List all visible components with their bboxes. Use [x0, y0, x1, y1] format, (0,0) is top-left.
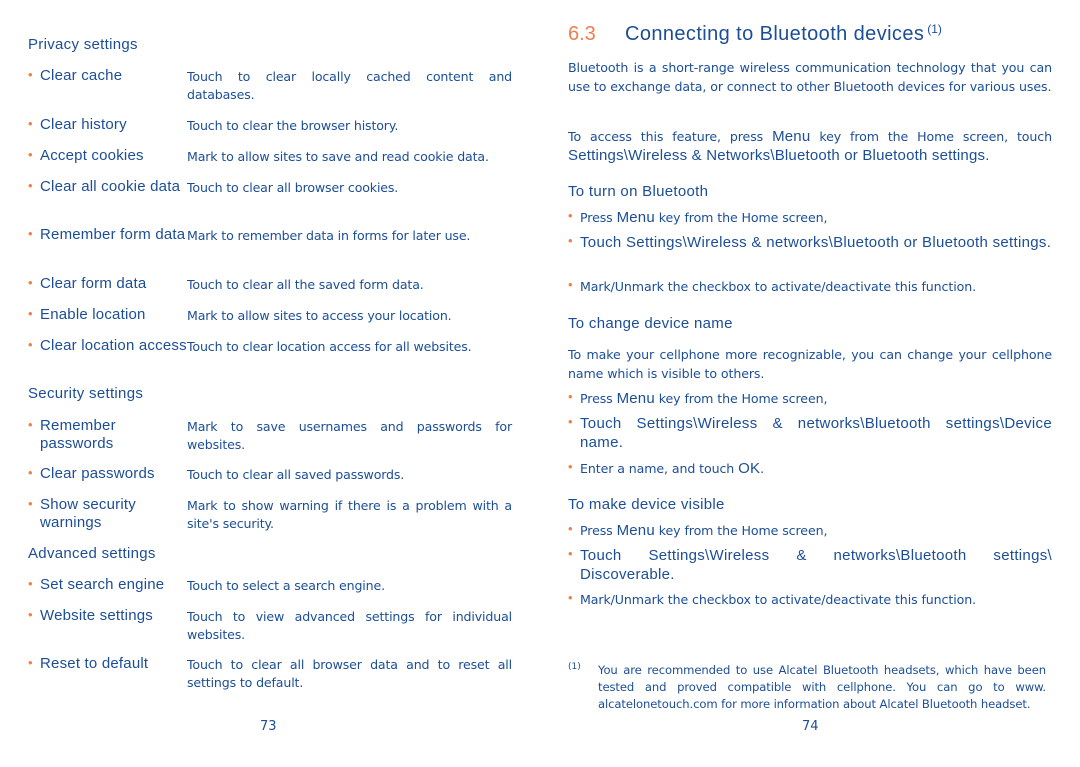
bullet-icon: • [28, 67, 33, 82]
setting-desc: Touch to clear all browser data and to r… [187, 657, 512, 690]
step-post: . [760, 461, 765, 476]
chapter-title: 6.3 Connecting to Bluetooth devices (1) [568, 22, 942, 46]
page-number: 73 [260, 719, 277, 734]
step-post: key from the Home screen, [654, 210, 828, 225]
subheading-change-name: To change device name [568, 315, 733, 332]
menu-key: Menu [616, 209, 655, 226]
setting-term: Website settings [40, 607, 153, 624]
chapter-number: 6.3 [568, 23, 596, 45]
footnote-ref[interactable]: (1) [927, 22, 942, 36]
setting-desc: Mark to show warning if there is a probl… [187, 498, 512, 531]
setting-desc: Touch to clear all the saved form data. [187, 277, 424, 292]
setting-desc: Mark to allow sites to access your locat… [187, 308, 452, 323]
chapter-title-text: Connecting to Bluetooth devices [625, 23, 925, 45]
step-text: Press Menu key from the Home screen, [580, 521, 1052, 540]
setting-term: Clear history [40, 116, 127, 133]
bullet-icon: • [28, 417, 33, 432]
menu-key: Menu [616, 522, 655, 539]
setting-desc: Touch to clear all browser cookies. [187, 180, 399, 195]
change-name-paragraph: To make your cellphone more recognizable… [568, 347, 1052, 381]
footnote-mark: (1) [568, 662, 581, 672]
step-text: Mark/Unmark the checkbox to activate/dea… [580, 592, 977, 607]
step-pre: Press [580, 523, 617, 538]
setting-term: Enable location [40, 306, 146, 323]
ok-key: OK [738, 460, 761, 477]
step-text: Press Menu key from the Home screen, [580, 389, 1052, 408]
setting-term: Reset to default [40, 655, 149, 672]
bullet-icon: • [28, 275, 33, 290]
bullet-icon: • [568, 459, 573, 474]
setting-term: Show security warnings [40, 496, 136, 531]
setting-term: Remember passwords [40, 417, 116, 452]
step-post: key from the Home screen, [654, 391, 828, 406]
setting-desc: Touch to clear the browser history. [187, 118, 399, 133]
page-number: 74 [802, 719, 819, 734]
setting-term: Remember form data [40, 226, 186, 243]
access-paragraph: To access this feature, press Menu key f… [568, 127, 1052, 165]
bullet-icon: • [28, 496, 33, 511]
bullet-icon: • [28, 576, 33, 591]
step-text: Press Menu key from the Home screen, [580, 208, 1052, 227]
step-text: Touch Settings\Wireless & networks\Bluet… [580, 415, 1052, 451]
bullet-icon: • [568, 277, 573, 292]
menu-key: Menu [616, 390, 655, 407]
subheading-visible: To make device visible [568, 496, 725, 513]
bullet-icon: • [568, 546, 573, 561]
bullet-icon: • [568, 414, 573, 429]
menu-key: Menu [772, 128, 811, 145]
setting-desc: Touch to select a search engine. [187, 578, 385, 593]
bullet-icon: • [28, 116, 33, 131]
intro-paragraph: Bluetooth is a short-range wireless comm… [568, 60, 1052, 94]
bullet-icon: • [28, 337, 33, 352]
bullet-icon: • [28, 607, 33, 622]
setting-desc: Mark to allow sites to save and read coo… [187, 149, 489, 164]
bullet-icon: • [568, 521, 573, 536]
section-heading-advanced: Advanced settings [28, 545, 156, 562]
bullet-icon: • [28, 465, 33, 480]
setting-desc: Mark to save usernames and passwords for… [187, 419, 512, 452]
step-text: Touch Settings\Wireless & networks\Bluet… [580, 234, 1052, 251]
bullet-icon: • [568, 590, 573, 605]
right-page: 6.3 Connecting to Bluetooth devices (1) Bl… [568, 0, 1052, 767]
step-text: Touch Settings\Wireless & networks\Bluet… [580, 547, 1052, 583]
step-post: key from the Home screen, [654, 523, 828, 538]
step-pre: Enter a name, and touch [580, 461, 739, 476]
setting-desc: Touch to clear location access for all w… [187, 339, 472, 354]
bullet-icon: • [568, 389, 573, 404]
setting-desc: Touch to view advanced settings for indi… [187, 609, 512, 642]
step-text: Mark/Unmark the checkbox to activate/dea… [580, 279, 977, 294]
bullet-icon: • [28, 178, 33, 193]
step-text: Enter a name, and touch OK. [580, 459, 1052, 478]
bullet-icon: • [568, 208, 573, 223]
setting-term: Clear location access [40, 337, 187, 354]
bullet-icon: • [28, 226, 33, 241]
bullet-icon: • [28, 147, 33, 162]
setting-term: Clear all cookie data [40, 178, 181, 195]
settings-path: Settings\Wireless & Networks\Bluetooth o… [568, 147, 990, 164]
bullet-icon: • [568, 233, 573, 248]
step-pre: Press [580, 210, 617, 225]
bullet-icon: • [28, 655, 33, 670]
setting-term: Set search engine [40, 576, 165, 593]
setting-desc: Touch to clear locally cached content an… [187, 69, 512, 102]
access-pre: To access this feature, press [568, 129, 773, 144]
section-heading-security: Security settings [28, 385, 144, 402]
setting-desc: Touch to clear all saved passwords. [187, 467, 405, 482]
bullet-icon: • [28, 306, 33, 321]
left-page: Privacy settings • Clear cache Touch to … [28, 0, 512, 767]
footnote-text: You are recommended to use Alcatel Bluet… [598, 663, 1046, 711]
step-pre: Press [580, 391, 617, 406]
access-mid: key from the Home screen, touch [810, 129, 1052, 144]
setting-term: Accept cookies [40, 147, 144, 164]
setting-term: Clear passwords [40, 465, 155, 482]
setting-term: Clear cache [40, 67, 123, 84]
setting-desc: Mark to remember data in forms for later… [187, 228, 471, 243]
section-heading-privacy: Privacy settings [28, 36, 138, 53]
setting-term: Clear form data [40, 275, 147, 292]
subheading-turn-on: To turn on Bluetooth [568, 183, 709, 200]
